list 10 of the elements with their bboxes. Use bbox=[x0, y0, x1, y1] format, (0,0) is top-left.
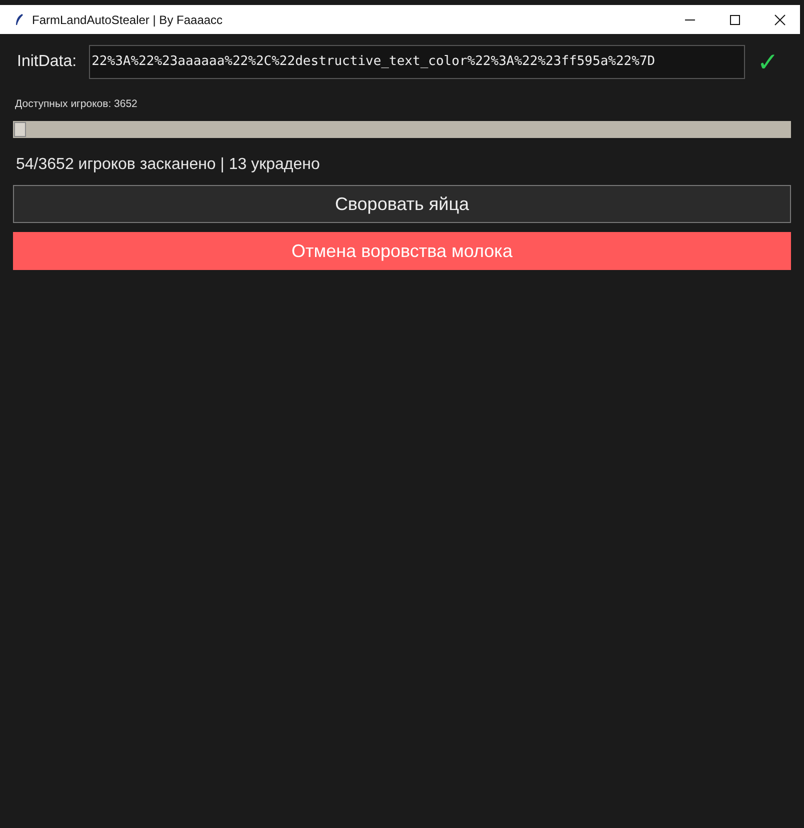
available-players-text: Доступных игроков: 3652 bbox=[15, 98, 138, 110]
feather-icon bbox=[14, 12, 24, 26]
init-data-field[interactable]: 22%3A%22%23aaaaaa%22%2C%22destructive_text_color%22%3A%22%23ff595a%22%7D bbox=[88, 45, 745, 79]
init-data-label: InitData: bbox=[17, 53, 77, 71]
check-mark: ✓ bbox=[756, 46, 780, 78]
steal-button[interactable]: Своровать яйца bbox=[13, 185, 791, 223]
close-icon[interactable] bbox=[774, 14, 786, 26]
scan-status-text: 54/3652 игроков засканено | 13 украдено bbox=[16, 156, 320, 174]
window-title: FarmLandAutoStealer | By Faaaacc bbox=[32, 12, 223, 26]
maximize-icon[interactable] bbox=[729, 14, 741, 26]
